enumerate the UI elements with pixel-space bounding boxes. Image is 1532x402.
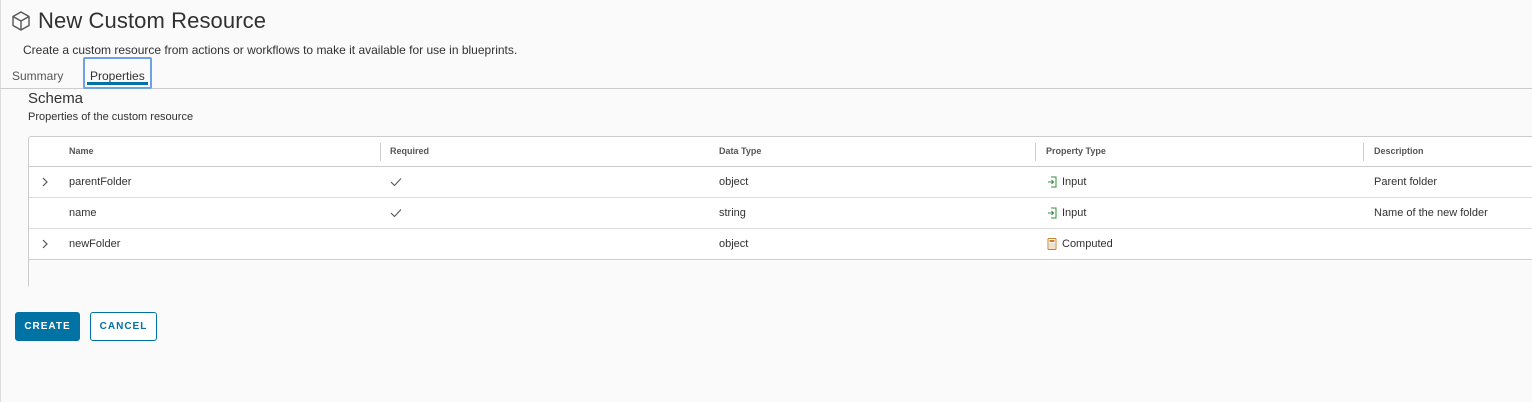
cell-property-type: Input [1047,176,1086,188]
column-header-property-type[interactable]: Property Type [1046,146,1106,156]
page: New Custom Resource Create a custom reso… [0,0,1532,402]
table-row[interactable]: name string Input Name of the new folder [29,198,1532,229]
input-icon [1048,207,1057,219]
cube-icon [12,11,30,31]
cancel-button[interactable]: CANCEL [90,312,157,341]
checkmark-icon [390,178,402,187]
grid-footer [29,261,1532,288]
cell-property-type: Input [1047,207,1086,219]
page-header: New Custom Resource [10,8,266,34]
chevron-right-icon[interactable] [40,238,50,250]
table-row[interactable]: newFolder object Computed [29,229,1532,260]
cell-description: Name of the new folder [1374,207,1488,219]
property-type-label: Computed [1062,238,1113,250]
column-separator[interactable] [1363,143,1364,161]
cell-data-type: object [719,176,749,188]
checkmark-icon [390,209,402,218]
cell-description: Parent folder [1374,176,1437,188]
tab-summary[interactable]: Summary [12,64,63,90]
page-subtitle: Create a custom resource from actions or… [23,43,518,57]
cell-data-type: string [719,207,746,219]
column-header-description[interactable]: Description [1374,146,1424,156]
column-header-data-type[interactable]: Data Type [719,146,761,156]
tab-properties-label: Properties [90,69,145,83]
page-title: New Custom Resource [38,8,267,33]
grid-header: Name Required Data Type Property Type De… [29,137,1532,167]
column-header-name[interactable]: Name [69,146,94,156]
cell-name: name [69,207,97,219]
tab-properties[interactable]: Properties [83,57,152,89]
cell-property-type: Computed [1047,238,1113,250]
cell-data-type: object [719,238,749,250]
table-row[interactable]: parentFolder object Input Parent folder [29,167,1532,198]
column-header-required[interactable]: Required [390,146,429,156]
calculator-icon [1047,238,1057,250]
cell-name: parentFolder [69,176,132,188]
property-type-label: Input [1062,207,1087,219]
chevron-right-icon[interactable] [40,176,50,188]
column-separator[interactable] [1035,143,1036,161]
input-icon [1048,176,1057,188]
schema-subtitle: Properties of the custom resource [28,111,194,123]
property-type-label: Input [1062,176,1087,188]
schema-title: Schema [28,90,84,107]
column-separator[interactable] [380,143,381,161]
properties-grid: Name Required Data Type Property Type De… [28,136,1532,288]
create-button[interactable]: CREATE [15,312,80,341]
tab-bar: Summary Properties [0,57,1532,90]
active-tab-indicator [87,82,148,85]
cell-name: newFolder [69,238,121,250]
